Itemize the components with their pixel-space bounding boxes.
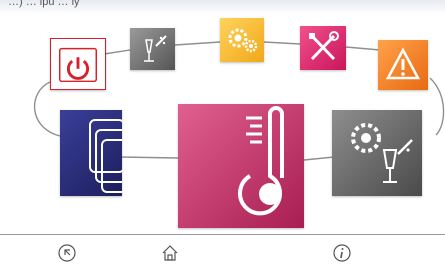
warning-icon [385,47,421,80]
cleaning-tile[interactable] [130,28,175,70]
gears-icon [228,28,258,53]
service-tile[interactable] [300,26,346,70]
header-partial-text: …) … ipu … ly [8,0,80,8]
wrench-screwdriver-icon [309,31,339,61]
gear-glass-icon [351,123,413,183]
info-button[interactable] [330,241,354,265]
power-tile[interactable] [50,38,106,90]
bottom-nav-bar [0,234,445,270]
power-icon [59,47,97,83]
wash-settings-tile[interactable] [332,110,422,196]
home-icon [162,245,178,261]
temperature-tile[interactable] [178,104,304,228]
back-arrow-icon [58,244,76,262]
stacked-pages-icon [89,119,122,193]
thermometer-icon [238,106,284,216]
alarms-tile[interactable] [378,40,428,90]
top-gradient-band: …) … ipu … ly [0,0,445,14]
info-icon [333,244,351,262]
cleaning-brush-glass-icon [144,35,167,62]
home-button[interactable] [158,241,182,265]
programs-tile[interactable] [60,110,122,196]
settings-tile[interactable] [220,18,264,62]
back-button[interactable] [55,241,79,265]
